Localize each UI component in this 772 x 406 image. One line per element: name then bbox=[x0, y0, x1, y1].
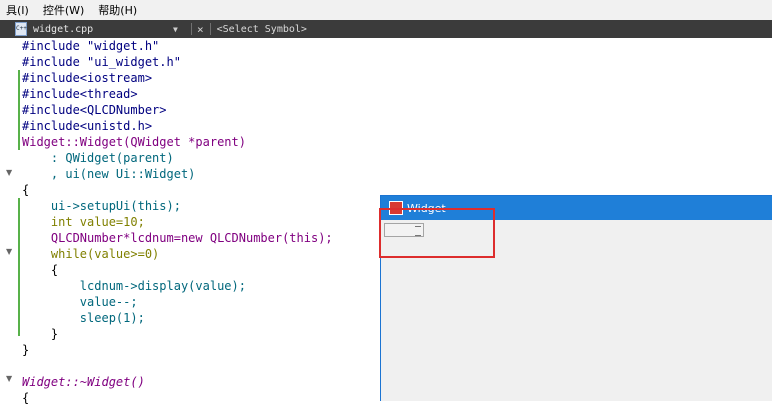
code-line: #include<QLCDNumber> bbox=[22, 103, 167, 117]
code-line: } bbox=[22, 327, 59, 341]
fold-arrow-icon-3[interactable]: ▼ bbox=[6, 374, 12, 383]
code-line: { bbox=[22, 263, 59, 277]
fold-arrow-icon-2[interactable]: ▼ bbox=[6, 247, 12, 256]
code-line: #include<iostream> bbox=[22, 71, 153, 85]
code-line: QLCDNumber*lcdnum=new QLCDNumber(this); bbox=[22, 231, 333, 245]
code-line: lcdnum->display(value); bbox=[22, 279, 246, 293]
highlight-box bbox=[379, 208, 495, 258]
code-line: sleep(1); bbox=[22, 311, 145, 325]
menu-help[interactable]: 帮助(H) bbox=[90, 2, 145, 18]
close-icon[interactable]: × bbox=[197, 23, 204, 36]
code-line: while(value>=0) bbox=[22, 247, 160, 261]
editor-tab-bar: C++ widget.cpp ▼ × <Select Symbol> bbox=[0, 20, 772, 38]
code-line: #include "ui_widget.h" bbox=[22, 55, 181, 69]
symbol-selector[interactable]: <Select Symbol> bbox=[217, 24, 307, 35]
fold-arrow-icon[interactable]: ▼ bbox=[6, 168, 12, 177]
code-line: : QWidget(parent) bbox=[22, 151, 174, 165]
menu-widgets[interactable]: 控件(W) bbox=[35, 2, 92, 18]
code-line: , ui(new Ui::Widget) bbox=[22, 167, 196, 181]
change-marker-2 bbox=[18, 198, 20, 336]
tab-separator-2 bbox=[209, 23, 211, 35]
tab-separator bbox=[191, 23, 192, 35]
code-line: { bbox=[22, 183, 30, 197]
code-line: { bbox=[22, 391, 30, 405]
file-name[interactable]: widget.cpp bbox=[33, 24, 173, 35]
code-line: Widget::~Widget() bbox=[22, 375, 145, 389]
code-line: #include<unistd.h> bbox=[22, 119, 153, 133]
change-marker bbox=[18, 70, 20, 150]
code-line: } bbox=[22, 343, 30, 357]
code-line: int value=10; bbox=[22, 215, 145, 229]
code-line: #include<thread> bbox=[22, 87, 138, 101]
menu-tools[interactable]: 具(I) bbox=[0, 2, 37, 18]
chevron-down-icon[interactable]: ▼ bbox=[173, 25, 185, 34]
cpp-file-icon: C++ bbox=[15, 22, 27, 36]
code-line: ui->setupUi(this); bbox=[22, 199, 181, 213]
code-line: Widget::Widget(QWidget *parent) bbox=[22, 135, 246, 149]
code-line: #include "widget.h" bbox=[22, 39, 160, 53]
menu-bar: 具(I) 控件(W) 帮助(H) bbox=[0, 0, 772, 21]
code-line: value--; bbox=[22, 295, 138, 309]
